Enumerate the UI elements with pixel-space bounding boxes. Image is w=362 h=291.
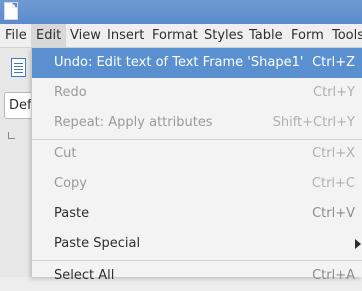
menu-bar: File Edit View Insert Format Styles Tabl… — [0, 24, 362, 48]
menu-edit[interactable]: Edit — [31, 24, 67, 47]
menu-insert[interactable]: Insert — [102, 24, 149, 47]
menu-item-label: Paste Special — [54, 236, 141, 251]
menu-item-paste[interactable]: Paste Ctrl+V — [32, 199, 362, 229]
menu-item-redo: Redo Ctrl+Y — [32, 78, 362, 108]
menu-item-cut: Cut Ctrl+X — [32, 139, 362, 169]
menu-file[interactable]: File — [0, 24, 32, 47]
menu-item-label: Paste — [54, 206, 90, 221]
menu-item-undo[interactable]: Undo: Edit text of Text Frame 'Shape1' C… — [32, 48, 362, 78]
menu-view[interactable]: View — [65, 24, 106, 47]
menu-item-shortcut: Ctrl+X — [312, 146, 355, 161]
menu-item-label: Undo: Edit text of Text Frame 'Shape1' — [54, 55, 304, 70]
title-bar — [0, 0, 362, 24]
menu-item-shortcut: Ctrl+Z — [312, 55, 355, 70]
ruler-corner-icon — [8, 132, 15, 139]
menu-item-label: Copy — [54, 176, 87, 191]
menu-format[interactable]: Format — [147, 24, 203, 47]
menu-item-shortcut: Ctrl+C — [311, 176, 355, 191]
menu-item-shortcut: Ctrl+A — [312, 268, 355, 283]
edit-menu-dropdown: Undo: Edit text of Text Frame 'Shape1' C… — [31, 48, 362, 283]
menu-tools[interactable]: Tools — [327, 24, 362, 47]
menu-item-label: Select All — [54, 268, 115, 283]
menu-item-paste-special[interactable]: Paste Special — [32, 229, 362, 259]
menu-item-label: Redo — [54, 85, 87, 100]
menu-table[interactable]: Table — [244, 24, 288, 47]
menu-item-repeat: Repeat: Apply attributes Shift+Ctrl+Y — [32, 108, 362, 138]
menu-item-copy: Copy Ctrl+C — [32, 169, 362, 199]
menu-item-shortcut: Ctrl+Y — [313, 85, 355, 100]
menu-item-label: Cut — [54, 146, 77, 161]
menu-item-select-all[interactable]: Select All Ctrl+A — [32, 261, 362, 291]
submenu-arrow-icon — [355, 239, 361, 249]
menu-item-label: Repeat: Apply attributes — [54, 115, 213, 130]
menu-item-shortcut: Shift+Ctrl+Y — [272, 115, 355, 130]
menu-item-shortcut: Ctrl+V — [312, 206, 355, 221]
menu-styles[interactable]: Styles — [199, 24, 248, 47]
document-icon[interactable] — [11, 58, 26, 77]
app-document-icon — [4, 2, 18, 20]
menu-form[interactable]: Form — [286, 24, 329, 47]
